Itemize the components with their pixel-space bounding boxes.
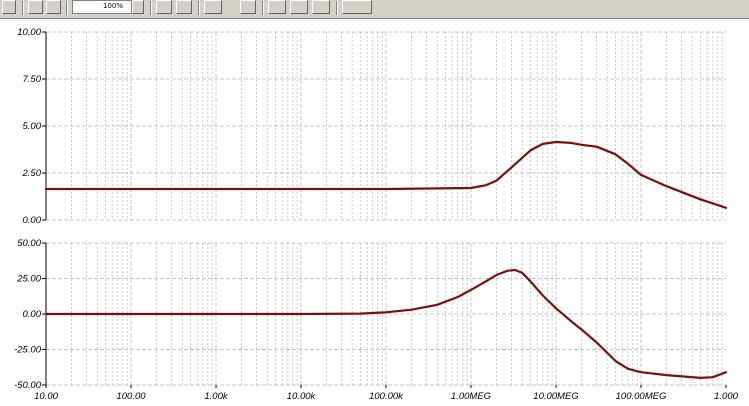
x-tick-label: 1.00k xyxy=(204,391,228,402)
y-tick-label: 50.00 xyxy=(17,238,41,249)
x-tick-label: 100.00 xyxy=(116,391,146,402)
x-tick-label: 100.00k xyxy=(369,391,404,402)
x-tick-label: 10.00k xyxy=(287,391,317,402)
toolbar-button-10[interactable] xyxy=(312,0,330,14)
toolbar-separator xyxy=(336,1,338,15)
graph-icon[interactable] xyxy=(204,0,222,14)
plot-area: 10.00 7.50 5.00 2.50 0.00 50.00 25.00 0.00 -25.… xyxy=(14,27,739,402)
toolbar-separator xyxy=(22,1,24,15)
x-tick-label: 1.00MEG xyxy=(451,391,491,402)
zoom-label: 100% xyxy=(103,2,124,10)
y-tick-label: 0.00 xyxy=(23,309,42,320)
paste-icon[interactable] xyxy=(46,0,61,14)
magnitude-plot: 10.00 7.50 5.00 2.50 0.00 xyxy=(17,27,728,226)
copy-icon[interactable] xyxy=(28,0,43,14)
marker-red-icon[interactable] xyxy=(268,0,286,14)
y-tick-label: -50.00 xyxy=(14,380,42,391)
y-tick-label: -25.00 xyxy=(14,345,42,356)
cursor-a-icon[interactable] xyxy=(156,0,172,14)
zoom-dropdown-button[interactable] xyxy=(132,0,144,14)
y-tick-label: 0.00 xyxy=(23,215,42,226)
cursor-b-icon[interactable] xyxy=(176,0,192,14)
y-tick-label: 10.00 xyxy=(17,27,41,38)
x-tick-label: 10.00MEG xyxy=(533,391,578,402)
toolbar-separator xyxy=(262,1,264,15)
y-tick-label: 5.00 xyxy=(23,121,42,132)
toolbar-separator xyxy=(150,1,152,15)
toolbar-button-7[interactable] xyxy=(240,0,256,14)
toolbar-button-11[interactable] xyxy=(342,0,372,14)
x-tick-label: 1.000 xyxy=(714,391,738,402)
y-tick-label: 2.50 xyxy=(22,168,42,179)
zoom-field[interactable]: 100% xyxy=(72,0,132,14)
marker-blue-icon[interactable] xyxy=(290,0,308,14)
toolbar-separator xyxy=(66,1,68,15)
toolbar-button-1[interactable] xyxy=(2,0,16,14)
x-tick-label: 10.00 xyxy=(34,391,58,402)
y-tick-label: 25.00 xyxy=(16,274,41,285)
toolbar-separator xyxy=(198,1,200,15)
toolbar: 100% xyxy=(0,0,749,19)
y-tick-label: 7.50 xyxy=(23,74,42,85)
phase-plot: 50.00 25.00 0.00 -25.00 -50.0010.00 100.00 1.0… xyxy=(14,238,739,402)
x-tick-label: 100.00MEG xyxy=(616,391,667,402)
